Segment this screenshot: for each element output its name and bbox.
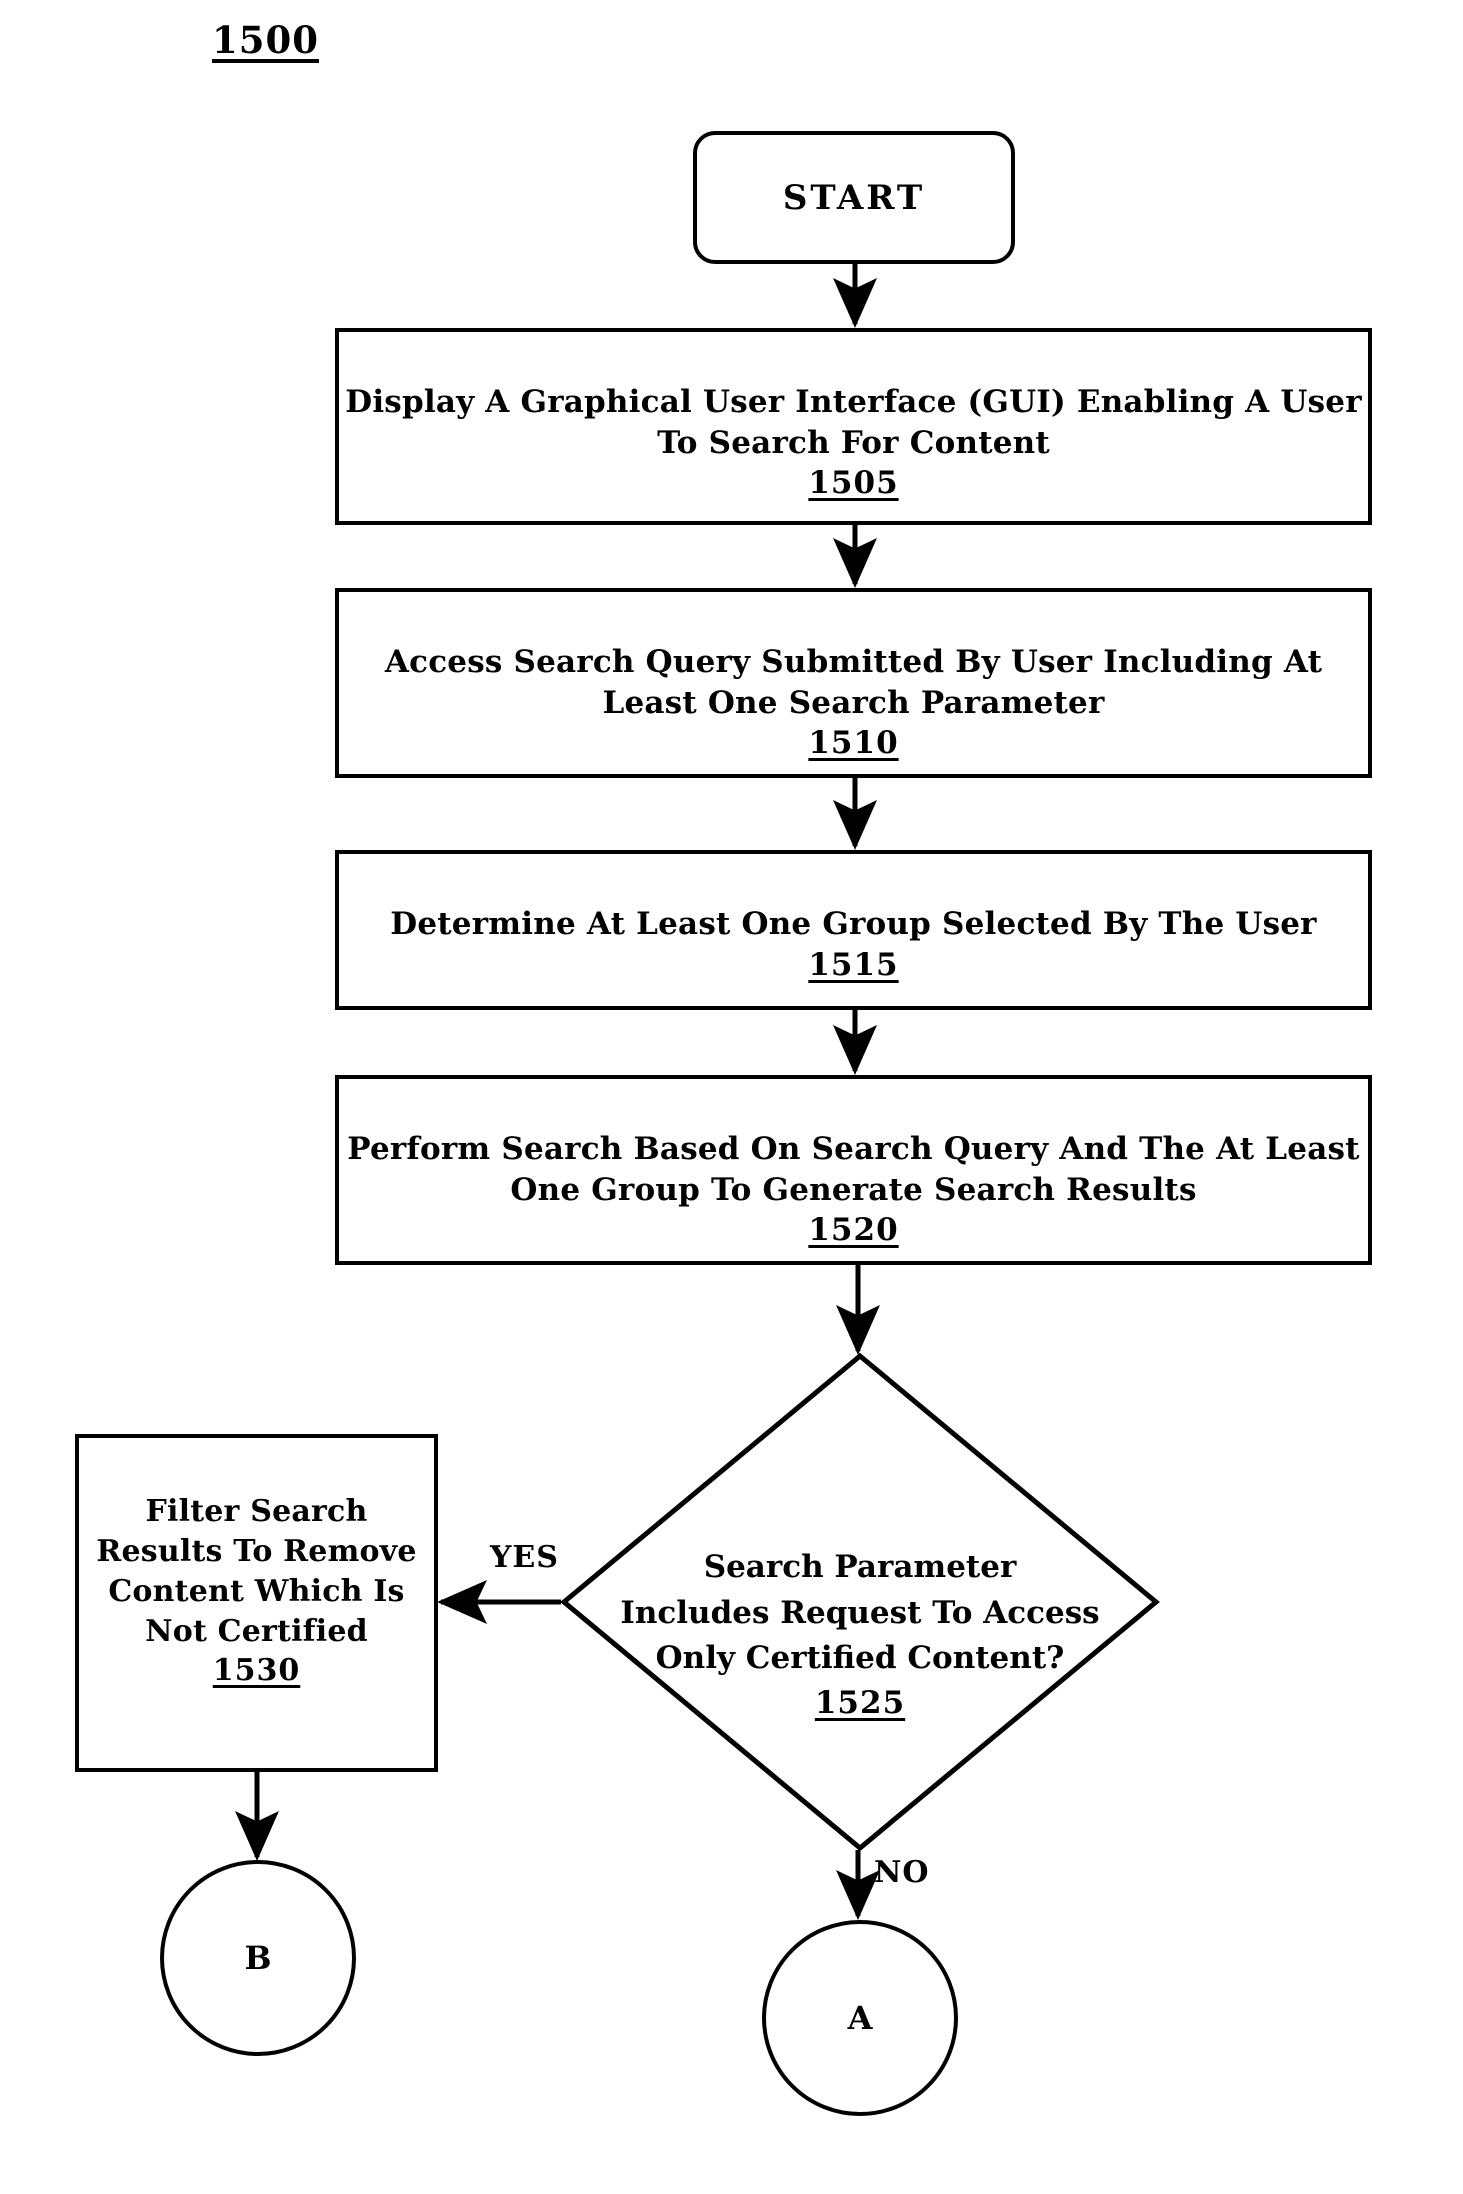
process-1530-text: Filter Search Results To Remove Content …	[96, 1493, 417, 1649]
process-1505-content: Display A Graphical User Interface (GUI)…	[339, 332, 1368, 543]
process-1510-text: Access Search Query Submitted By User In…	[384, 644, 1323, 721]
process-box-1510: Access Search Query Submitted By User In…	[335, 588, 1372, 778]
figure-number: 1500	[212, 18, 319, 62]
connector-a-label: A	[847, 1999, 873, 2037]
connector-b-label: B	[244, 1939, 272, 1977]
decision-diamond-1525: Search Parameter Includes Request To Acc…	[560, 1352, 1160, 1852]
branch-label-no: NO	[874, 1855, 930, 1890]
process-box-1530: Filter Search Results To Remove Content …	[75, 1434, 438, 1772]
decision-1525-content: Search Parameter Includes Request To Acc…	[560, 1500, 1160, 1772]
process-1515-content: Determine At Least One Group Selected By…	[390, 854, 1316, 1025]
branch-label-yes: YES	[490, 1540, 559, 1575]
start-terminator: START	[693, 131, 1015, 264]
process-box-1505: Display A Graphical User Interface (GUI)…	[335, 328, 1372, 525]
process-1520-ref: 1520	[808, 1211, 899, 1248]
process-1505-text: Display A Graphical User Interface (GUI)…	[345, 384, 1362, 461]
flowchart-figure: 1500 START Display A Graphical User Inte…	[0, 0, 1463, 2194]
connector-circle-a: A	[762, 1920, 958, 2116]
connector-circle-b: B	[160, 1860, 356, 2056]
start-label: START	[782, 177, 926, 218]
decision-1525-text: Search Parameter Includes Request To Acc…	[620, 1549, 1100, 1676]
process-1520-text: Perform Search Based On Search Query And…	[347, 1131, 1360, 1208]
process-1520-content: Perform Search Based On Search Query And…	[339, 1079, 1368, 1290]
decision-1525-ref: 1525	[814, 1685, 906, 1721]
process-1515-ref: 1515	[808, 946, 899, 983]
process-1530-ref: 1530	[212, 1653, 301, 1689]
process-1530-content: Filter Search Results To Remove Content …	[96, 1438, 416, 1731]
process-1505-ref: 1505	[808, 464, 899, 501]
process-box-1520: Perform Search Based On Search Query And…	[335, 1075, 1372, 1265]
process-box-1515: Determine At Least One Group Selected By…	[335, 850, 1372, 1010]
process-1510-content: Access Search Query Submitted By User In…	[339, 592, 1368, 803]
process-1510-ref: 1510	[808, 724, 899, 761]
process-1515-text: Determine At Least One Group Selected By…	[390, 906, 1317, 943]
